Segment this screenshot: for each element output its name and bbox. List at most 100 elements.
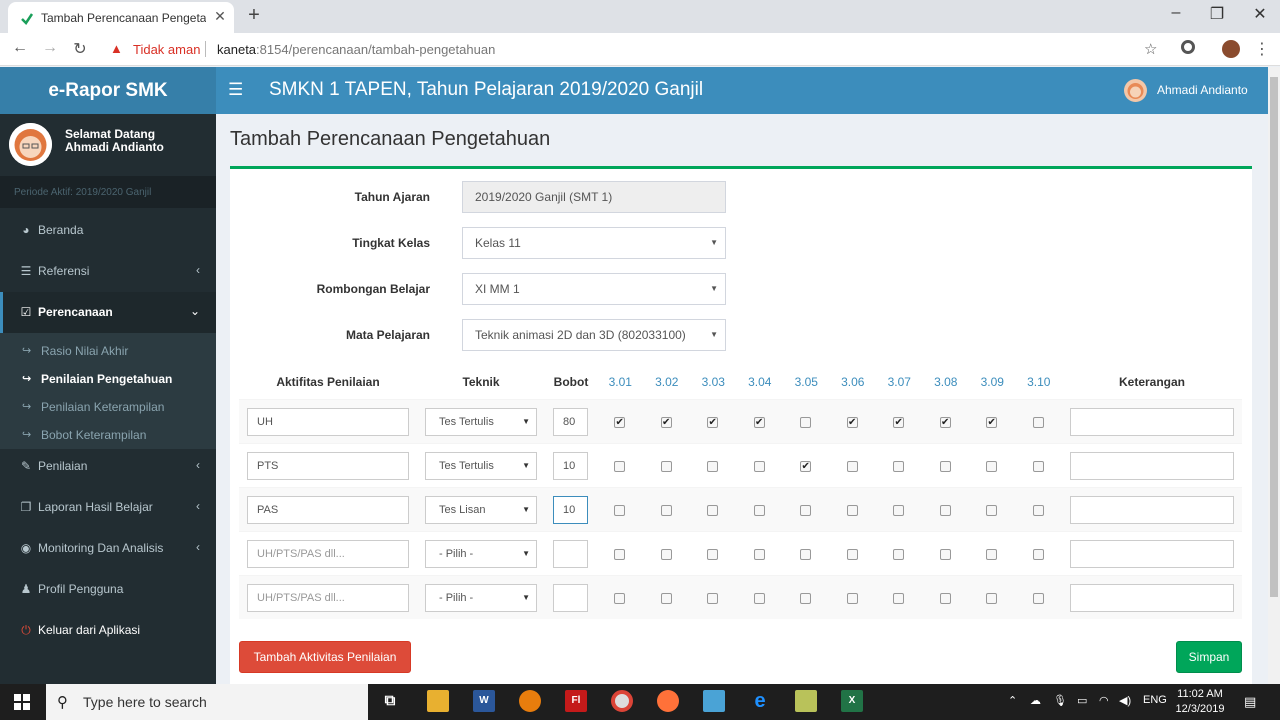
kd-checkbox[interactable]	[846, 461, 858, 472]
app-icon[interactable]	[703, 690, 725, 712]
kd-checkbox[interactable]	[939, 593, 951, 604]
internet-explorer-icon[interactable]: e	[749, 690, 771, 712]
kd-checkbox[interactable]: ✔	[986, 417, 998, 428]
kd-checkbox[interactable]	[1032, 461, 1044, 472]
save-button[interactable]: Simpan	[1176, 641, 1242, 673]
warning-icon[interactable]: ▲	[110, 41, 123, 56]
kd-checkbox[interactable]	[800, 505, 812, 516]
back-icon[interactable]: ←	[10, 39, 30, 57]
sidebar-item-perencanaan[interactable]: ☑ Perencanaan ⌄	[0, 292, 216, 333]
onedrive-icon[interactable]: ☁	[1030, 694, 1041, 707]
kd-checkbox[interactable]	[893, 505, 905, 516]
sidebar-item-laporan[interactable]: ❐ Laporan Hasil Belajar ‹	[0, 487, 216, 528]
kd-checkbox[interactable]	[986, 461, 998, 472]
aktivitas-input[interactable]: PAS	[247, 496, 409, 524]
aktivitas-input[interactable]: UH	[247, 408, 409, 436]
maximize-icon[interactable]: ❐	[1207, 4, 1227, 24]
submenu-bobot-keterampilan[interactable]: ↪ Bobot Keterampilan	[0, 421, 216, 449]
kd-checkbox[interactable]	[614, 549, 626, 560]
sidebar-item-referensi[interactable]: ☰ Referensi ‹	[0, 251, 216, 292]
teknik-select[interactable]: - Pilih - ▼	[425, 540, 537, 568]
kd-checkbox[interactable]	[707, 593, 719, 604]
windows-start-icon[interactable]	[14, 694, 30, 710]
teknik-select[interactable]: Tes Lisan ▼	[425, 496, 537, 524]
kd-checkbox[interactable]	[800, 593, 812, 604]
kd-checkbox[interactable]	[753, 505, 765, 516]
language-indicator[interactable]: ENG	[1143, 694, 1167, 706]
user-menu-name[interactable]: Ahmadi Andianto	[1157, 83, 1248, 97]
file-explorer-icon[interactable]	[427, 690, 449, 712]
kd-checkbox[interactable]	[660, 505, 672, 516]
bobot-input[interactable]: 80	[553, 408, 588, 436]
kd-checkbox[interactable]	[893, 549, 905, 560]
kd-checkbox[interactable]	[1032, 505, 1044, 516]
security-label[interactable]: Tidak aman	[133, 42, 200, 57]
keterangan-input[interactable]	[1070, 496, 1234, 524]
kd-checkbox[interactable]: ✔	[707, 417, 719, 428]
kd-checkbox[interactable]	[1032, 593, 1044, 604]
kd-checkbox[interactable]	[800, 549, 812, 560]
kd-checkbox[interactable]: ✔	[800, 461, 812, 472]
submenu-penilaian-keterampilan[interactable]: ↪ Penilaian Keterampilan	[0, 393, 216, 421]
kd-checkbox[interactable]	[707, 549, 719, 560]
battery-icon[interactable]: ▭	[1077, 694, 1087, 707]
kd-checkbox[interactable]: ✔	[846, 417, 858, 428]
sidebar-item-penilaian[interactable]: ✎ Penilaian ‹	[0, 446, 216, 487]
aktivitas-input[interactable]: PTS	[247, 452, 409, 480]
kd-checkbox[interactable]	[939, 461, 951, 472]
kd-checkbox[interactable]	[707, 505, 719, 516]
extension-icon[interactable]	[1181, 40, 1195, 54]
firefox-icon[interactable]	[657, 690, 679, 712]
kd-checkbox[interactable]	[893, 461, 905, 472]
notes-icon[interactable]	[795, 690, 817, 712]
kd-checkbox[interactable]: ✔	[893, 417, 905, 428]
keterangan-input[interactable]	[1070, 408, 1234, 436]
kd-checkbox[interactable]	[800, 417, 812, 428]
volume-icon[interactable]: ◀)	[1119, 694, 1131, 707]
kd-checkbox[interactable]	[846, 593, 858, 604]
kd-checkbox[interactable]: ✔	[939, 417, 951, 428]
teknik-select[interactable]: - Pilih - ▼	[425, 584, 537, 612]
sidebar-item-profil[interactable]: ♟ Profil Pengguna	[0, 569, 216, 610]
tingkat-kelas-select[interactable]: Kelas 11 ▼	[462, 227, 726, 259]
sidebar-item-keluar[interactable]: ⏻ Keluar dari Aplikasi	[0, 610, 216, 651]
kd-checkbox[interactable]	[1032, 549, 1044, 560]
teknik-select[interactable]: Tes Tertulis ▼	[425, 408, 537, 436]
url-text[interactable]: kaneta:8154/perencanaan/tambah-pengetahu…	[217, 42, 495, 57]
kd-checkbox[interactable]	[986, 593, 998, 604]
kd-checkbox[interactable]	[660, 461, 672, 472]
submenu-penilaian-pengetahuan[interactable]: ↪ Penilaian Pengetahuan	[0, 365, 216, 393]
kd-checkbox[interactable]	[753, 461, 765, 472]
app-logo[interactable]: e-Rapor SMK	[0, 67, 216, 114]
window-close-icon[interactable]: ✕	[1250, 4, 1270, 24]
kd-checkbox[interactable]: ✔	[614, 417, 626, 428]
kd-checkbox[interactable]	[753, 593, 765, 604]
mapel-select[interactable]: Teknik animasi 2D dan 3D (802033100) ▼	[462, 319, 726, 351]
user-avatar-small[interactable]	[1124, 79, 1147, 102]
kd-checkbox[interactable]	[846, 505, 858, 516]
aktivitas-input[interactable]: UH/PTS/PAS dll...	[247, 540, 409, 568]
flash-icon[interactable]: Fl	[565, 690, 587, 712]
kd-checkbox[interactable]	[986, 549, 998, 560]
sidebar-item-beranda[interactable]: ◕ Beranda	[0, 210, 216, 251]
sidebar-toggle-icon[interactable]: ☰	[228, 80, 243, 100]
browser-tab[interactable]: Tambah Perencanaan Pengetahuan ✕	[8, 2, 234, 33]
chrome-menu-icon[interactable]: ⋮	[1252, 39, 1272, 59]
bobot-input[interactable]: 10	[553, 496, 588, 524]
teknik-select[interactable]: Tes Tertulis ▼	[425, 452, 537, 480]
forward-icon[interactable]: →	[40, 39, 60, 57]
blender-icon[interactable]	[519, 690, 541, 712]
taskbar-search-box[interactable]: ⚲ Type here to search	[46, 684, 368, 720]
kd-checkbox[interactable]: ✔	[753, 417, 765, 428]
notification-icon[interactable]: ▤	[1244, 694, 1256, 710]
kd-checkbox[interactable]	[614, 593, 626, 604]
add-activity-button[interactable]: Tambah Aktivitas Penilaian	[239, 641, 411, 673]
excel-icon[interactable]: X	[841, 690, 863, 712]
reload-icon[interactable]: ↻	[70, 39, 90, 59]
task-view-icon[interactable]: ⧉	[379, 690, 401, 712]
chrome-icon[interactable]	[611, 690, 633, 712]
kd-checkbox[interactable]	[1032, 417, 1044, 428]
page-scrollbar[interactable]	[1268, 67, 1280, 684]
scrollbar-thumb[interactable]	[1270, 77, 1278, 597]
submenu-rasio-nilai-akhir[interactable]: ↪ Rasio Nilai Akhir	[0, 337, 216, 365]
